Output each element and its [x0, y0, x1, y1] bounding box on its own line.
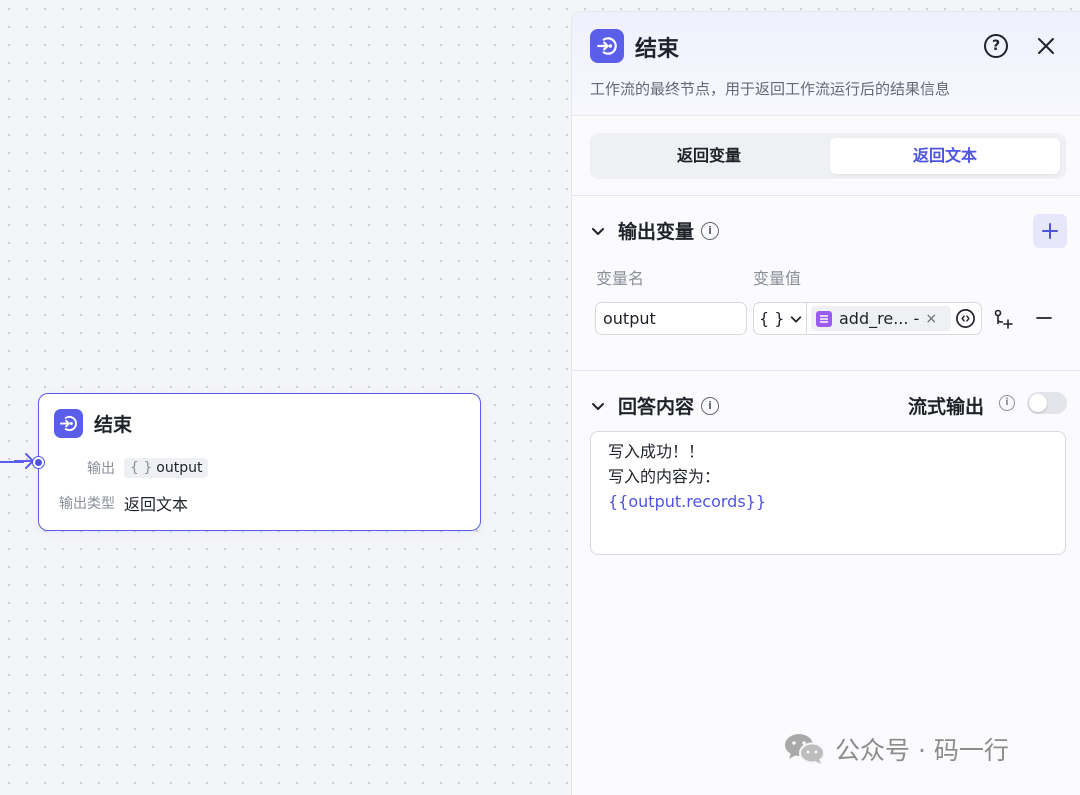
node-input-handle[interactable] — [33, 457, 44, 468]
close-icon[interactable] — [1034, 34, 1058, 58]
watermark: 公众号 · 码一行 — [783, 731, 1009, 767]
end-node[interactable]: 结束 输出 { } output 输出类型 返回文本 — [38, 393, 481, 531]
object-type-icon: { } — [759, 309, 785, 328]
chevron-down-icon[interactable] — [590, 223, 606, 239]
node-config-panel: 结束 ? 工作流的最终节点，用于返回工作流运行后的结果信息 返回变量 返回文本 … — [571, 11, 1080, 795]
variable-value-field: { } add_re... - × — [753, 302, 982, 335]
chevron-down-icon — [791, 315, 802, 322]
plus-icon — [1042, 223, 1058, 239]
stream-output-label: 流式输出 — [908, 396, 985, 418]
panel-description: 工作流的最终节点，用于返回工作流运行后的结果信息 — [590, 80, 951, 98]
answer-section-title: 回答内容 — [618, 396, 695, 418]
tab-return-variable[interactable]: 返回变量 — [594, 138, 824, 174]
node-output-value: output — [156, 460, 203, 476]
variable-reference-text: add_re... - — [839, 309, 920, 328]
answer-line: 写入成功！！ — [608, 442, 705, 461]
info-icon[interactable]: i — [701, 221, 720, 240]
variable-reference-chip[interactable]: add_re... - × — [811, 306, 951, 331]
info-icon[interactable]: i — [999, 395, 1015, 411]
column-header-value: 变量值 — [753, 269, 802, 288]
divider — [572, 370, 1080, 371]
tab-return-text[interactable]: 返回文本 — [830, 138, 1060, 174]
answer-content-editor[interactable]: 写入成功！！ 写入的内容为： {{output.records}} — [590, 431, 1066, 555]
node-title: 结束 — [94, 414, 133, 436]
node-type-value: 返回文本 — [124, 495, 189, 514]
node-type-row: 输出类型 返回文本 — [39, 491, 188, 515]
answer-variable-placeholder: {{output.records}} — [608, 492, 767, 511]
node-type-label: 输出类型 — [59, 496, 115, 512]
help-icon[interactable]: ? — [984, 34, 1008, 58]
object-type-icon: { } — [130, 460, 153, 476]
column-header-name: 变量名 — [596, 269, 645, 288]
list-icon — [816, 310, 832, 327]
stream-output-toggle[interactable] — [1027, 392, 1067, 414]
output-section-header[interactable]: 输出变量 i — [590, 217, 720, 244]
variable-picker-icon[interactable] — [955, 308, 976, 329]
remove-row-icon[interactable] — [1034, 308, 1054, 328]
panel-header: 结束 ? 工作流的最终节点，用于返回工作流运行后的结果信息 — [572, 12, 1080, 116]
node-output-label: 输出 — [87, 461, 115, 477]
value-type-select[interactable]: { } — [754, 303, 807, 334]
answer-line: 写入的内容为： — [608, 467, 721, 486]
node-output-row: 输出 { } output — [39, 458, 209, 478]
divider — [572, 195, 1080, 196]
end-node-icon — [54, 409, 83, 438]
variable-name-input[interactable]: output — [595, 302, 747, 335]
branch-add-icon[interactable] — [992, 308, 1014, 330]
chevron-down-icon[interactable] — [590, 398, 606, 414]
watermark-text: 公众号 · 码一行 — [835, 736, 1009, 765]
node-header: 结束 — [54, 409, 132, 438]
end-node-icon — [590, 29, 624, 63]
panel-title: 结束 — [635, 37, 680, 62]
edge-arrow-icon — [13, 451, 34, 471]
wechat-icon — [785, 734, 825, 764]
toggle-knob — [1029, 394, 1047, 412]
remove-reference-icon[interactable]: × — [925, 311, 937, 327]
output-section-title: 输出变量 — [618, 221, 695, 243]
node-output-tag: { } output — [124, 458, 209, 478]
add-variable-button[interactable] — [1033, 214, 1067, 248]
answer-section-header[interactable]: 回答内容 i — [590, 392, 720, 419]
info-icon[interactable]: i — [701, 396, 720, 415]
return-mode-tabs: 返回变量 返回文本 — [590, 133, 1066, 179]
